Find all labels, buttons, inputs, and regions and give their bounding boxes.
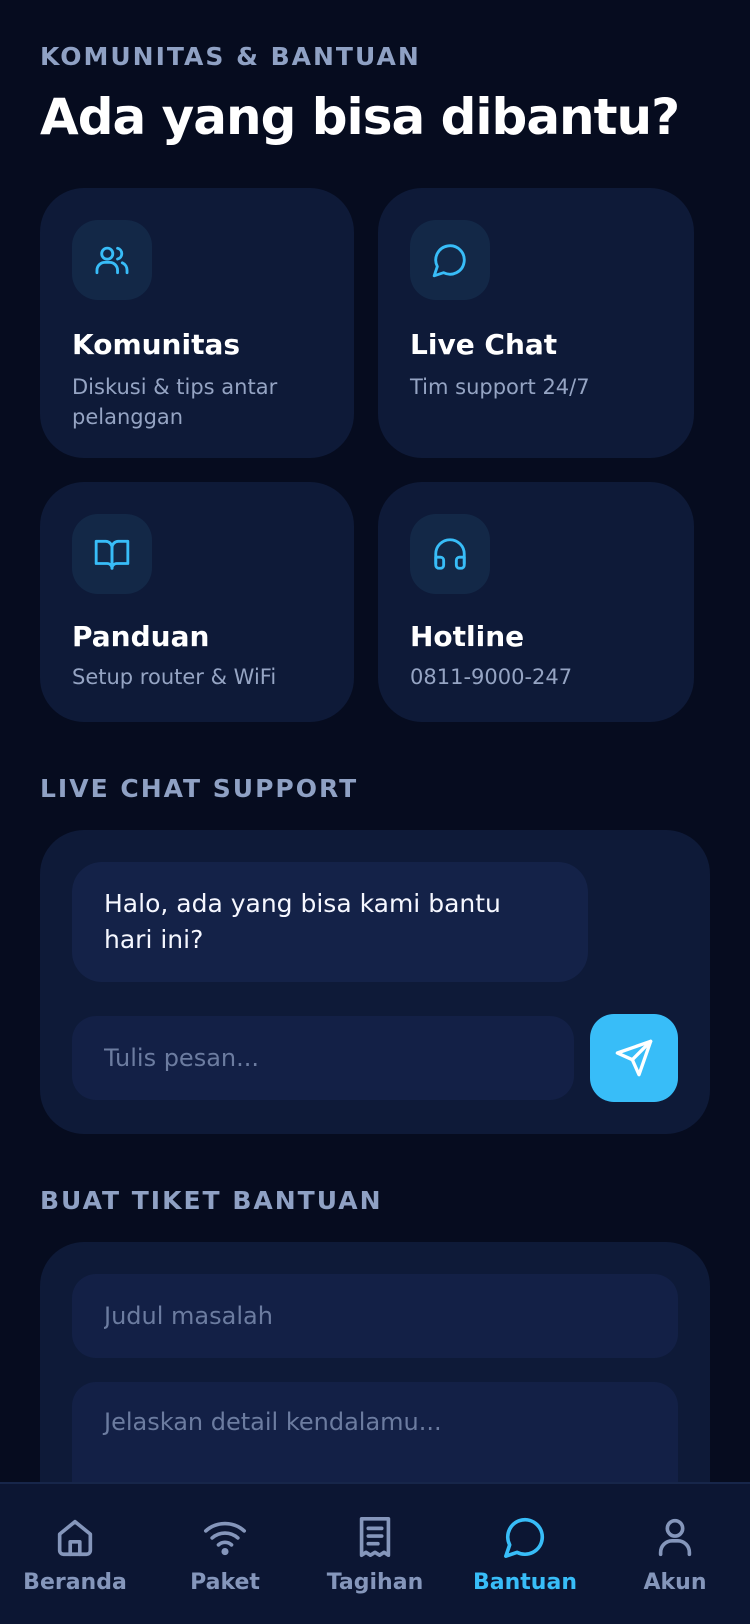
tab-bantuan[interactable]: Bantuan <box>450 1484 600 1624</box>
bottom-tab-bar: Beranda Paket Tagihan Bantuan Akun <box>0 1482 750 1624</box>
ticket-title-input[interactable] <box>72 1274 678 1358</box>
card-subtitle: Diskusi & tips antar pelanggan <box>72 375 278 429</box>
help-page: KOMUNITAS & BANTUAN Ada yang bisa dibant… <box>0 0 750 1624</box>
guide-card[interactable]: Panduan Setup router & WiFi <box>40 482 354 722</box>
tab-label: Tagihan <box>326 1570 424 1595</box>
card-subtitle: Tim support 24/7 <box>410 375 590 399</box>
user-icon <box>658 1518 692 1557</box>
home-icon <box>57 1519 93 1557</box>
card-title: Panduan <box>72 620 210 653</box>
chat-message-bubble: Halo, ada yang bisa kami bantu hari ini? <box>72 862 588 982</box>
chat-bubble-icon <box>410 220 490 300</box>
page-eyebrow: KOMUNITAS & BANTUAN <box>40 42 421 71</box>
card-title: Live Chat <box>410 328 558 361</box>
live-chat-card[interactable]: Live Chat Tim support 24/7 <box>378 188 694 458</box>
send-button[interactable] <box>590 1014 678 1102</box>
headphones-icon <box>410 514 490 594</box>
receipt-icon <box>359 1516 391 1558</box>
live-chat-section-label: LIVE CHAT SUPPORT <box>40 774 359 803</box>
ticket-section-label: BUAT TIKET BANTUAN <box>40 1186 383 1215</box>
wifi-icon <box>204 1521 246 1556</box>
tab-paket[interactable]: Paket <box>150 1484 300 1624</box>
hotline-card[interactable]: Hotline 0811-9000-247 <box>378 482 694 722</box>
card-title: Hotline <box>410 620 525 653</box>
tab-tagihan[interactable]: Tagihan <box>300 1484 450 1624</box>
tab-label: Akun <box>643 1570 707 1595</box>
community-card[interactable]: Komunitas Diskusi & tips antar pelanggan <box>40 188 354 458</box>
chat-message-input[interactable] <box>72 1016 574 1100</box>
card-title: Komunitas <box>72 328 241 361</box>
book-open-icon <box>72 514 152 594</box>
send-icon <box>615 1039 653 1077</box>
users-icon <box>72 220 152 300</box>
card-subtitle: 0811-9000-247 <box>410 665 573 689</box>
card-subtitle: Setup router & WiFi <box>72 665 277 689</box>
chat-bubble-icon <box>504 1517 545 1558</box>
page-title: Ada yang bisa dibantu? <box>40 88 680 146</box>
tab-label: Bantuan <box>473 1570 577 1595</box>
tab-label: Beranda <box>23 1570 127 1595</box>
tab-beranda[interactable]: Beranda <box>0 1484 150 1624</box>
live-chat-panel: Halo, ada yang bisa kami bantu hari ini? <box>40 830 710 1134</box>
tab-akun[interactable]: Akun <box>600 1484 750 1624</box>
tab-label: Paket <box>190 1570 260 1595</box>
